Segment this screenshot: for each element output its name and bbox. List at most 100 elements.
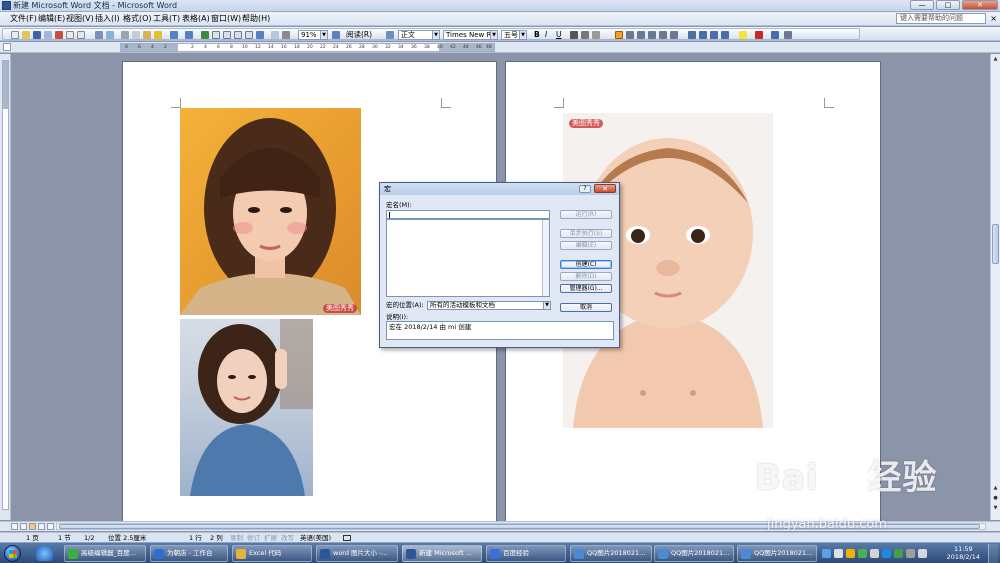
align-right-icon[interactable] bbox=[637, 31, 645, 39]
phonetic-guide-icon[interactable] bbox=[771, 31, 779, 39]
tab-selector-icon[interactable] bbox=[3, 43, 11, 51]
menu-help[interactable]: 帮助(H) bbox=[240, 13, 272, 25]
increase-indent-icon[interactable] bbox=[721, 31, 729, 39]
enclose-chars-icon[interactable] bbox=[784, 31, 792, 39]
taskbar-item[interactable]: 百度经验 bbox=[486, 545, 566, 562]
format-painter-icon[interactable] bbox=[154, 31, 162, 39]
tray-icon[interactable] bbox=[846, 549, 855, 558]
font-select[interactable]: Times New Roman▼ bbox=[443, 30, 498, 40]
minimize-button[interactable]: — bbox=[910, 0, 934, 10]
menu-view[interactable]: 视图(V) bbox=[64, 13, 96, 25]
scroll-select-object-icon[interactable]: ● bbox=[992, 494, 999, 502]
taskbar-item[interactable]: 高级编辑器_百度... bbox=[64, 545, 146, 562]
taskbar-item[interactable]: Excel 代码 bbox=[232, 545, 312, 562]
scroll-up-icon[interactable]: ▲ bbox=[992, 55, 999, 63]
zoom-select[interactable]: 91% ▼ bbox=[298, 30, 328, 40]
redo-icon[interactable] bbox=[185, 31, 193, 39]
delete-button[interactable]: 删除(D) bbox=[560, 272, 612, 281]
numbering-icon[interactable] bbox=[688, 31, 696, 39]
menu-format[interactable]: 格式(O) bbox=[121, 13, 154, 25]
edit-button[interactable]: 编辑(E) bbox=[560, 241, 612, 250]
permission-icon[interactable] bbox=[44, 31, 52, 39]
macro-name-input[interactable] bbox=[386, 210, 550, 219]
run-button[interactable]: 运行(R) bbox=[560, 210, 612, 219]
insert-excel-icon[interactable] bbox=[234, 31, 242, 39]
cancel-button[interactable]: 取消 bbox=[560, 303, 612, 312]
underline-button[interactable]: U bbox=[556, 30, 562, 40]
normal-view-icon[interactable] bbox=[11, 523, 18, 530]
hyperlink-icon[interactable] bbox=[201, 31, 209, 39]
decrease-indent-icon[interactable] bbox=[710, 31, 718, 39]
menu-window[interactable]: 窗口(W) bbox=[209, 13, 243, 25]
char-shading-icon[interactable] bbox=[581, 31, 589, 39]
maximize-button[interactable]: □ bbox=[936, 0, 960, 10]
taskbar-item[interactable]: QQ图片2018021... bbox=[737, 545, 817, 562]
outline-view-icon[interactable] bbox=[38, 523, 45, 530]
spelling-icon[interactable] bbox=[95, 31, 103, 39]
macro-list-scrollbar[interactable] bbox=[542, 220, 549, 296]
save-icon[interactable] bbox=[33, 31, 41, 39]
tables-borders-icon[interactable] bbox=[212, 31, 220, 39]
description-field[interactable]: 宏在 2018/2/14 由 mi 创建 bbox=[386, 321, 614, 340]
menu-edit[interactable]: 编辑(E) bbox=[36, 13, 67, 25]
tray-icon[interactable] bbox=[894, 549, 903, 558]
columns-icon[interactable] bbox=[245, 31, 253, 39]
show-hide-icon[interactable] bbox=[282, 31, 290, 39]
scroll-thumb[interactable] bbox=[992, 224, 999, 264]
menu-file[interactable]: 文件(F) bbox=[8, 13, 39, 25]
styles-pane-icon[interactable] bbox=[386, 31, 394, 39]
menu-tools[interactable]: 工具(T) bbox=[151, 13, 182, 25]
menu-insert[interactable]: 插入(I) bbox=[93, 13, 122, 25]
bullets-icon[interactable] bbox=[699, 31, 707, 39]
horizontal-ruler[interactable]: 8 6 4 2 2 4 6 8 10 12 14 16 18 20 22 24 … bbox=[120, 43, 495, 52]
document-map-icon[interactable] bbox=[271, 31, 279, 39]
new-document-icon[interactable] bbox=[11, 31, 19, 39]
font-size-select[interactable]: 五号 ▼ bbox=[501, 30, 527, 40]
create-button[interactable]: 创建(C) bbox=[560, 260, 612, 269]
vertical-ruler[interactable] bbox=[0, 54, 11, 520]
photo-woman-denim[interactable] bbox=[180, 319, 313, 496]
dialog-help-button[interactable]: ? bbox=[579, 185, 591, 193]
distributed-icon[interactable] bbox=[659, 31, 667, 39]
cut-icon[interactable] bbox=[121, 31, 129, 39]
taskbar-item[interactable]: word 图片大小 -... bbox=[316, 545, 398, 562]
research-icon[interactable] bbox=[106, 31, 114, 39]
print-icon[interactable] bbox=[66, 31, 74, 39]
char-border-icon[interactable] bbox=[570, 31, 578, 39]
insert-table-icon[interactable] bbox=[223, 31, 231, 39]
align-left-icon[interactable] bbox=[615, 31, 623, 39]
pinned-app-icon[interactable] bbox=[36, 546, 53, 561]
organizer-button[interactable]: 管理器(G)... bbox=[560, 284, 612, 293]
paste-icon[interactable] bbox=[143, 31, 151, 39]
taskbar-item-active[interactable]: 新建 Microsoft ... bbox=[402, 545, 482, 562]
print-view-icon[interactable] bbox=[29, 523, 36, 530]
email-icon[interactable] bbox=[55, 31, 63, 39]
char-scale-icon[interactable] bbox=[592, 31, 600, 39]
start-button[interactable] bbox=[4, 545, 21, 562]
reading-view-icon[interactable] bbox=[47, 523, 54, 530]
undo-icon[interactable] bbox=[170, 31, 178, 39]
scroll-next-page-icon[interactable]: ▼ bbox=[992, 504, 999, 512]
bold-button[interactable]: B bbox=[534, 30, 540, 40]
network-icon[interactable] bbox=[870, 549, 879, 558]
web-view-icon[interactable] bbox=[20, 523, 27, 530]
tray-icon[interactable] bbox=[882, 549, 891, 558]
step-into-button[interactable]: 单步执行(S) bbox=[560, 229, 612, 238]
justify-icon[interactable] bbox=[648, 31, 656, 39]
scroll-prev-page-icon[interactable]: ▲ bbox=[992, 484, 999, 492]
dialog-close-button[interactable]: ✕ bbox=[594, 184, 616, 193]
photo-woman-bangs[interactable]: 美图秀秀 bbox=[180, 108, 361, 315]
vertical-scrollbar[interactable]: ▲ ▲ ● ▼ bbox=[990, 54, 1000, 520]
macro-list[interactable] bbox=[386, 219, 550, 297]
help-icon[interactable] bbox=[332, 31, 340, 39]
volume-icon[interactable] bbox=[918, 549, 927, 558]
macro-location-select[interactable]: 所有的活动模板和文档 ▼ bbox=[427, 301, 551, 310]
taskbar-item[interactable]: 为朝店 - 工作台 bbox=[150, 545, 228, 562]
tray-icon[interactable] bbox=[834, 549, 843, 558]
network-icon[interactable] bbox=[906, 549, 915, 558]
copy-icon[interactable] bbox=[132, 31, 140, 39]
style-select[interactable]: 正文 ▼ bbox=[398, 30, 440, 40]
open-folder-icon[interactable] bbox=[22, 31, 30, 39]
spelling-status-icon[interactable] bbox=[343, 535, 351, 541]
print-preview-icon[interactable] bbox=[77, 31, 85, 39]
